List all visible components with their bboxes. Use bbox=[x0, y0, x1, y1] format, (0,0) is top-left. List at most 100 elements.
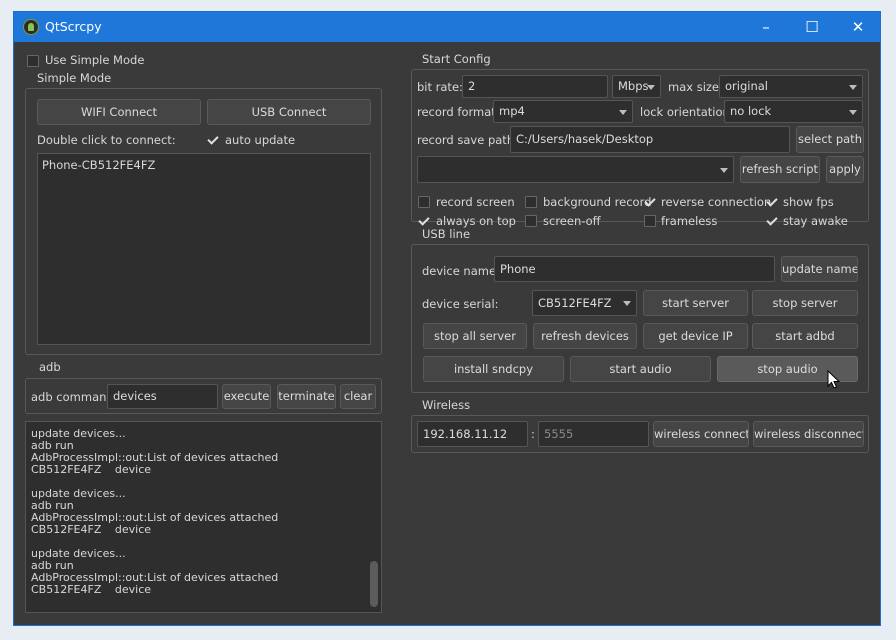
wireless-ip-input[interactable]: 192.168.11.12 bbox=[417, 421, 528, 447]
wireless-group: 192.168.11.12 : 5555 wireless connect wi… bbox=[411, 415, 869, 453]
record-screen-label: record screen bbox=[436, 195, 515, 209]
frameless-label: frameless bbox=[661, 214, 718, 228]
log-line: CB512FE4FZ device bbox=[31, 523, 152, 536]
chevron-down-icon bbox=[619, 109, 627, 115]
stay-awake-label: stay awake bbox=[783, 214, 848, 228]
lock-orientation-value: no lock bbox=[730, 104, 772, 118]
apply-button[interactable]: apply bbox=[826, 156, 864, 183]
reverse-connection-label: reverse connection bbox=[661, 195, 772, 209]
device-list[interactable]: Phone-CB512FE4FZ bbox=[37, 153, 371, 345]
log-scrollbar[interactable] bbox=[370, 561, 378, 607]
use-simple-mode-label: Use Simple Mode bbox=[45, 53, 145, 67]
max-size-value: original bbox=[725, 79, 768, 93]
device-list-item[interactable]: Phone-CB512FE4FZ bbox=[42, 158, 155, 172]
show-fps-label: show fps bbox=[783, 195, 834, 209]
bit-rate-unit-value: Mbps bbox=[618, 79, 649, 93]
usb-connect-button[interactable]: USB Connect bbox=[207, 99, 371, 125]
always-on-top-checkbox[interactable] bbox=[418, 215, 430, 227]
simple-mode-group: WIFI Connect USB Connect Double click to… bbox=[25, 88, 382, 355]
chevron-down-icon bbox=[647, 84, 655, 90]
lock-orientation-select[interactable]: no lock bbox=[724, 100, 863, 123]
get-device-ip-button[interactable]: get device IP bbox=[643, 323, 748, 349]
terminate-button[interactable]: terminate bbox=[277, 384, 336, 409]
adb-log-output[interactable]: update devices... adb run AdbProcessImpl… bbox=[25, 421, 382, 613]
screen-off-checkbox[interactable] bbox=[525, 215, 537, 227]
ip-port-separator: : bbox=[531, 427, 535, 441]
refresh-devices-button[interactable]: refresh devices bbox=[533, 323, 637, 349]
adb-command-input[interactable]: devices bbox=[107, 384, 218, 409]
usb-line-title: USB line bbox=[422, 227, 471, 241]
simple-mode-title: Simple Mode bbox=[37, 71, 112, 85]
execute-button[interactable]: execute bbox=[222, 384, 271, 409]
stay-awake-checkbox[interactable] bbox=[766, 215, 778, 227]
wireless-disconnect-button[interactable]: wireless disconnect bbox=[753, 421, 864, 447]
start-adbd-button[interactable]: start adbd bbox=[752, 323, 858, 349]
wireless-title: Wireless bbox=[422, 398, 471, 412]
bit-rate-input[interactable]: 2 bbox=[462, 75, 608, 98]
record-format-select[interactable]: mp4 bbox=[493, 100, 633, 123]
minimize-icon[interactable]: – bbox=[743, 12, 789, 42]
show-fps-checkbox[interactable] bbox=[766, 196, 778, 208]
android-app-icon bbox=[23, 19, 39, 35]
main-window: QtScrcpy – ☐ ✕ Use Simple Mode Simple Mo… bbox=[13, 11, 881, 626]
window-title: QtScrcpy bbox=[45, 19, 102, 34]
frameless-checkbox[interactable] bbox=[644, 215, 656, 227]
log-line: update devices... bbox=[31, 487, 126, 500]
log-line: CB512FE4FZ device bbox=[31, 463, 152, 476]
start-audio-button[interactable]: start audio bbox=[570, 356, 711, 382]
bit-rate-label: bit rate: bbox=[417, 80, 463, 94]
auto-update-checkbox[interactable] bbox=[207, 134, 219, 146]
device-serial-label: device serial: bbox=[422, 297, 499, 311]
record-screen-checkbox[interactable] bbox=[418, 196, 430, 208]
device-name-input[interactable]: Phone bbox=[494, 256, 775, 282]
chevron-down-icon bbox=[849, 109, 857, 115]
start-config-title: Start Config bbox=[422, 52, 491, 66]
wireless-connect-button[interactable]: wireless connect bbox=[653, 421, 749, 447]
background-record-checkbox[interactable] bbox=[525, 196, 537, 208]
title-bar[interactable]: QtScrcpy – ☐ ✕ bbox=[14, 12, 880, 42]
select-path-button[interactable]: select path bbox=[796, 126, 864, 153]
max-size-select[interactable]: original bbox=[719, 75, 863, 98]
record-format-value: mp4 bbox=[499, 104, 525, 118]
wireless-port-input[interactable]: 5555 bbox=[538, 421, 649, 447]
lock-orientation-label: lock orientation: bbox=[640, 105, 734, 119]
maximize-icon[interactable]: ☐ bbox=[789, 12, 835, 42]
device-serial-value: CB512FE4FZ bbox=[538, 296, 612, 310]
log-line: CB512FE4FZ device bbox=[31, 583, 152, 596]
install-sndcpy-button[interactable]: install sndcpy bbox=[423, 356, 564, 382]
log-line: update devices... bbox=[31, 547, 126, 560]
use-simple-mode-checkbox[interactable] bbox=[27, 55, 39, 67]
background-record-label: background record bbox=[543, 195, 652, 209]
chevron-down-icon bbox=[849, 84, 857, 90]
double-click-hint: Double click to connect: bbox=[37, 133, 176, 147]
reverse-connection-checkbox[interactable] bbox=[644, 196, 656, 208]
chevron-down-icon bbox=[720, 167, 728, 173]
start-config-group: bit rate: 2 Mbps max size: original reco… bbox=[411, 69, 869, 228]
bit-rate-unit-select[interactable]: Mbps bbox=[612, 75, 661, 98]
always-on-top-label: always on top bbox=[436, 214, 516, 228]
record-format-label: record format: bbox=[417, 105, 500, 119]
auto-update-label: auto update bbox=[225, 133, 296, 147]
log-line: update devices... bbox=[31, 427, 126, 440]
device-name-label: device name: bbox=[422, 264, 500, 278]
refresh-script-button[interactable]: refresh script bbox=[740, 156, 820, 183]
record-save-path-input[interactable]: C:/Users/hasek/Desktop bbox=[510, 126, 790, 153]
stop-server-button[interactable]: stop server bbox=[752, 290, 858, 316]
screen-off-label: screen-off bbox=[543, 214, 601, 228]
adb-command-label: adb command: bbox=[31, 390, 118, 404]
stop-all-server-button[interactable]: stop all server bbox=[423, 323, 527, 349]
usb-line-group: device name: Phone update name device se… bbox=[411, 244, 869, 393]
mouse-cursor-icon bbox=[827, 370, 841, 389]
chevron-down-icon bbox=[623, 301, 631, 306]
device-serial-select[interactable]: CB512FE4FZ bbox=[532, 290, 637, 316]
close-icon[interactable]: ✕ bbox=[835, 12, 880, 42]
update-name-button[interactable]: update name bbox=[781, 256, 858, 282]
max-size-label: max size: bbox=[668, 80, 723, 94]
record-save-path-label: record save path: bbox=[417, 133, 518, 147]
clear-button[interactable]: clear bbox=[340, 384, 376, 409]
adb-group: adb command: devices execute terminate c… bbox=[25, 378, 382, 414]
wifi-connect-button[interactable]: WIFI Connect bbox=[37, 99, 201, 125]
start-server-button[interactable]: start server bbox=[643, 290, 748, 316]
adb-title: adb bbox=[39, 360, 61, 374]
script-select[interactable] bbox=[417, 156, 734, 183]
